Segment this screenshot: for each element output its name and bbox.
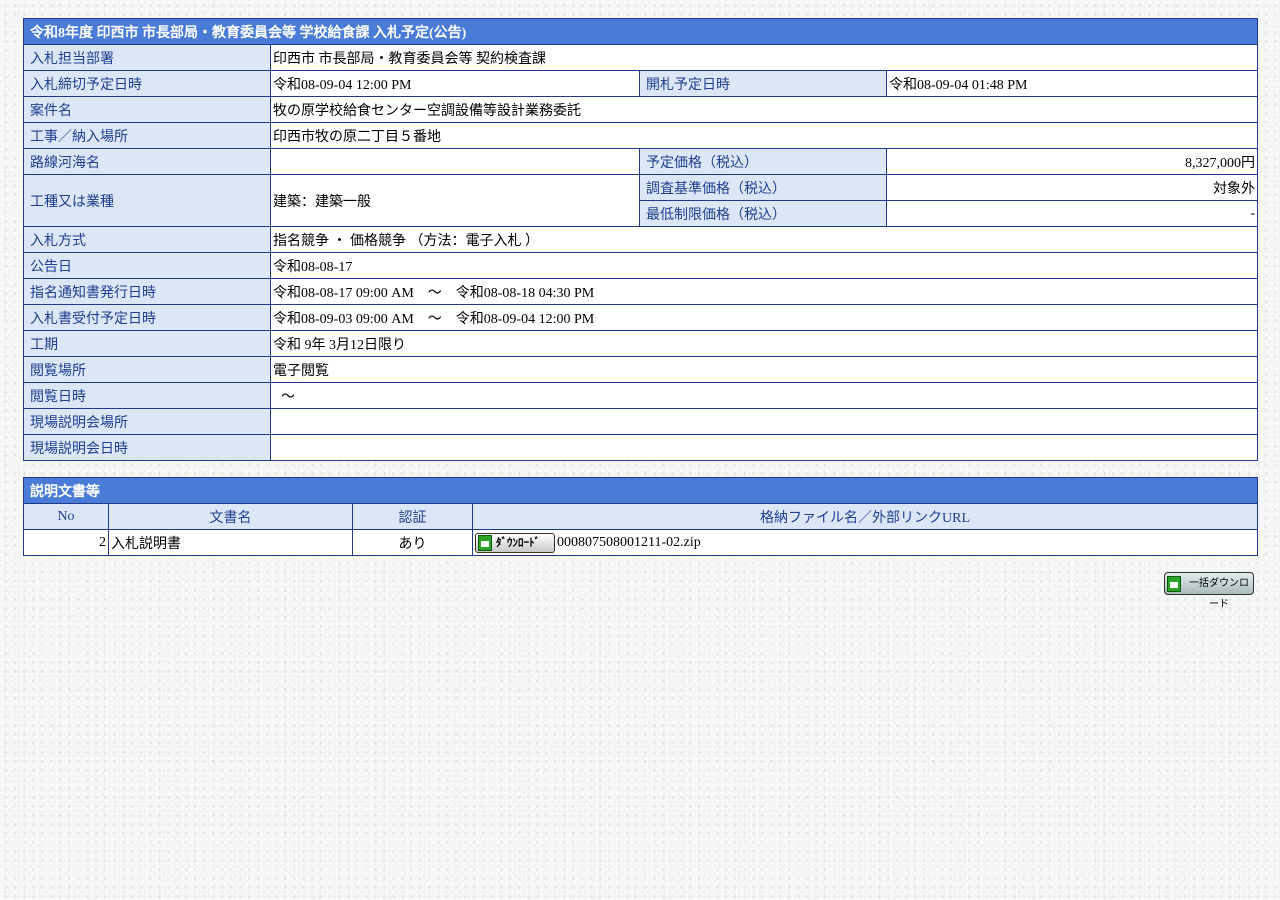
bulk-download-button[interactable]: 一括ダウンロード [1164,572,1254,610]
viewing-place-value: 電子閲覧 [269,356,1259,383]
opening-label: 開札予定日時 [639,70,887,97]
row-viewing-datetime: 閲覧日時 ～ [23,382,1259,409]
notice-date-label: 公告日 [23,252,271,279]
col-header-auth: 認証 [352,503,473,530]
location-label: 工事／納入場所 [23,122,271,149]
doc-auth: あり [352,529,473,556]
method-value: 指名競争 ・ 価格競争 （方法：電子入札 ） [269,226,1259,253]
department-label: 入札担当部署 [23,44,271,71]
col-header-file: 格納ファイル名／外部リンクURL [472,503,1258,530]
download-button-label: ﾀﾞｳﾝﾛｰﾄﾞ [496,535,540,549]
row-period: 工期 令和 9年 3月12日限り [23,330,1259,357]
opening-value: 令和08-09-04 01:48 PM [885,70,1259,97]
acceptance-label: 入札書受付予定日時 [23,304,271,331]
period-label: 工期 [23,330,271,357]
row-notification: 指名通知書発行日時 令和08-08-17 09:00 AM ～ 令和08-08-… [23,278,1259,305]
bid-info-title: 令和8年度 印西市 市長部局・教育委員会等 学校給食課 入札予定(公告) [22,18,1259,45]
bulk-download-label: 一括ダウンロード [1189,578,1249,610]
min-price-label: 最低制限価格（税込） [639,200,887,227]
location-value: 印西市牧の原二丁目５番地 [269,122,1259,149]
row-site-place: 現場説明会場所 [23,408,1259,435]
period-value: 令和 9年 3月12日限り [269,330,1259,357]
col-header-doc-name: 文書名 [108,503,353,530]
notice-date-value: 令和08-08-17 [269,252,1259,279]
row-viewing-place: 閲覧場所 電子閲覧 [23,356,1259,383]
row-route: 路線河海名 予定価格（税込） 8,327,000円 [23,148,1259,175]
site-place-value [269,408,1259,435]
planned-price-value: 8,327,000円 [885,148,1259,175]
notification-value: 令和08-08-17 09:00 AM ～ 令和08-08-18 04:30 P… [269,278,1259,305]
survey-price-value: 対象外 [885,174,1259,201]
doc-filename: 000807508001211-02.zip [557,534,701,550]
row-site-datetime: 現場説明会日時 [23,434,1259,461]
viewing-datetime-label: 閲覧日時 [23,382,271,409]
row-notice-date: 公告日 令和08-08-17 [23,252,1259,279]
floppy-disk-download-icon [478,534,492,551]
site-place-label: 現場説明会場所 [23,408,271,435]
planned-price-label: 予定価格（税込） [639,148,887,175]
page-content: 令和8年度 印西市 市長部局・教育委員会等 学校給食課 入札予定(公告) 入札担… [22,18,1259,610]
category-value: 建築：建築一般 [270,174,640,227]
row-method: 入札方式 指名競争 ・ 価格競争 （方法：電子入札 ） [23,226,1259,253]
documents-section: 説明文書等 No 文書名 認証 格納ファイル名／外部リンクURL 2 入札説明書… [23,477,1258,556]
viewing-datetime-value: ～ [269,382,1259,409]
method-label: 入札方式 [23,226,271,253]
row-project-name: 案件名 牧の原学校給食センター空調設備等設計業務委託 [23,96,1259,123]
viewing-place-label: 閲覧場所 [23,356,271,383]
row-acceptance: 入札書受付予定日時 令和08-09-03 09:00 AM ～ 令和08-09-… [23,304,1259,331]
documents-header-row: No 文書名 認証 格納ファイル名／外部リンクURL [23,503,1258,530]
survey-price-label: 調査基準価格（税込） [639,174,887,201]
project-name-value: 牧の原学校給食センター空調設備等設計業務委託 [269,96,1259,123]
floppy-disk-download-icon [1167,576,1181,592]
department-value: 印西市 市長部局・教育委員会等 契約検査課 [269,44,1259,71]
documents-table: 説明文書等 No 文書名 認証 格納ファイル名／外部リンクURL 2 入札説明書… [23,477,1258,556]
doc-file-cell: ﾀﾞｳﾝﾛｰﾄﾞ 000807508001211-02.zip [472,529,1258,556]
download-button[interactable]: ﾀﾞｳﾝﾛｰﾄﾞ [475,532,555,553]
documents-title: 説明文書等 [23,477,1258,504]
site-datetime-label: 現場説明会日時 [23,434,271,461]
site-datetime-value [269,434,1259,461]
notification-label: 指名通知書発行日時 [23,278,271,305]
deadline-value: 令和08-09-04 12:00 PM [270,70,640,97]
deadline-label: 入札締切予定日時 [23,70,271,97]
table-row: 2 入札説明書 あり ﾀﾞｳﾝﾛｰﾄﾞ 000807508001211-02.z… [23,529,1258,556]
category-label: 工種又は業種 [23,174,271,227]
col-header-no: No [23,503,109,530]
acceptance-value: 令和08-09-03 09:00 AM ～ 令和08-09-04 12:00 P… [269,304,1259,331]
row-deadline: 入札締切予定日時 令和08-09-04 12:00 PM 開札予定日時 令和08… [23,70,1259,97]
row-location: 工事／納入場所 印西市牧の原二丁目５番地 [23,122,1259,149]
route-value [270,148,640,175]
bid-info-table: 令和8年度 印西市 市長部局・教育委員会等 学校給食課 入札予定(公告) 入札担… [22,18,1259,461]
doc-name: 入札説明書 [108,529,353,556]
min-price-value: - [885,200,1259,227]
route-label: 路線河海名 [23,148,271,175]
row-category: 工種又は業種 建築：建築一般 調査基準価格（税込） 対象外 [23,174,1259,227]
row-department: 入札担当部署 印西市 市長部局・教育委員会等 契約検査課 [23,44,1259,71]
doc-no: 2 [23,529,109,556]
project-name-label: 案件名 [23,96,271,123]
